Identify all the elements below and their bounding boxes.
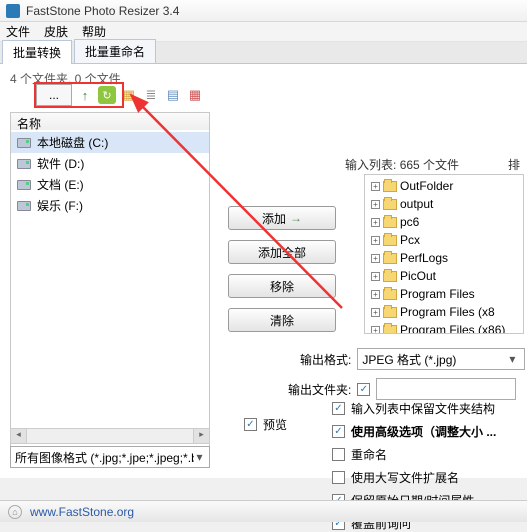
tree-item[interactable]: +pc6: [367, 213, 521, 231]
expand-icon[interactable]: +: [371, 272, 380, 281]
folder-icon: [383, 217, 397, 228]
tree-item[interactable]: +Program Files: [367, 285, 521, 303]
input-list-label: 输入列表: 665 个文件: [345, 156, 459, 173]
home-icon[interactable]: ⌂: [8, 505, 22, 519]
expand-icon[interactable]: +: [371, 182, 380, 191]
tabbar: 批量转换 批量重命名: [0, 42, 527, 64]
folder-icon: [383, 307, 397, 318]
horiz-scrollbar[interactable]: ◂ ▸: [10, 428, 210, 444]
folder-icon: [383, 235, 397, 246]
drive-item[interactable]: 软件 (D:): [11, 153, 209, 174]
menu-file[interactable]: 文件: [6, 23, 30, 40]
source-list[interactable]: 本地磁盘 (C:) 软件 (D:) 文档 (E:) 娱乐 (F:): [10, 130, 210, 458]
expand-icon[interactable]: +: [371, 236, 380, 245]
add-button[interactable]: 添加→: [228, 206, 336, 230]
out-format-select[interactable]: JPEG 格式 (*.jpg)▾: [357, 348, 525, 370]
source-toolbar: ... ↑ ↻ ▦ ≣ ▤ ▦: [36, 84, 204, 106]
expand-icon[interactable]: +: [371, 308, 380, 317]
clear-button[interactable]: 清除: [228, 308, 336, 332]
row-output-format: 输出格式: JPEG 格式 (*.jpg)▾: [300, 348, 525, 370]
statusbar: ⌂ www.FastStone.org: [0, 500, 527, 522]
view-thumb-icon[interactable]: ▦: [186, 86, 204, 104]
preview-label: 预览: [263, 416, 287, 433]
chevron-down-icon: ▾: [194, 450, 205, 464]
browse-button[interactable]: ...: [36, 84, 72, 106]
reload-icon[interactable]: ↻: [98, 86, 116, 104]
expand-icon[interactable]: +: [371, 218, 380, 227]
row-preview: ✓ 预览: [244, 416, 287, 433]
chevron-down-icon: ▾: [504, 352, 520, 366]
scroll-left-icon[interactable]: ◂: [11, 429, 27, 443]
row-output-folder: 输出文件夹: ✓: [288, 378, 516, 400]
transfer-buttons: 添加→ 添加全部 移除 清除: [228, 206, 336, 332]
app-icon: [6, 4, 20, 18]
file-filter-select[interactable]: 所有图像格式 (*.jpg;*.jpe;*.jpeg;*.bmp;*.gif;*…: [10, 446, 210, 468]
tab-batch-convert[interactable]: 批量转换: [2, 40, 72, 64]
out-format-label: 输出格式:: [300, 351, 351, 368]
view-list-icon[interactable]: ≣: [142, 86, 160, 104]
folder-icon: [383, 289, 397, 300]
remove-button[interactable]: 移除: [228, 274, 336, 298]
expand-icon[interactable]: +: [371, 254, 380, 263]
preview-check[interactable]: ✓: [244, 418, 257, 431]
drive-item[interactable]: 娱乐 (F:): [11, 195, 209, 216]
drive-item[interactable]: 本地磁盘 (C:): [11, 132, 209, 153]
content-area: 4 个文件夹, 0 个文件 ... ↑ ↻ ▦ ≣ ▤ ▦ 名称 本地磁盘 (C…: [0, 64, 527, 478]
up-folder-icon[interactable]: ↑: [76, 86, 94, 104]
check-use-advanced[interactable]: ✓使用高级选项（调整大小 ...: [332, 423, 496, 440]
folder-icon: [383, 325, 397, 335]
folder-icon: [383, 253, 397, 264]
tree-item[interactable]: +Program Files (x86): [367, 321, 521, 334]
expand-icon[interactable]: +: [371, 200, 380, 209]
tree-item[interactable]: +OutFolder: [367, 177, 521, 195]
check-upper-ext[interactable]: 使用大写文件扩展名: [332, 469, 496, 486]
expand-icon[interactable]: +: [371, 290, 380, 299]
tree-item[interactable]: +output: [367, 195, 521, 213]
drive-icon: [17, 201, 31, 211]
titlebar: FastStone Photo Resizer 3.4: [0, 0, 527, 22]
tree-item[interactable]: +PerfLogs: [367, 249, 521, 267]
menu-help[interactable]: 帮助: [82, 23, 106, 40]
sort-label[interactable]: 排: [508, 156, 520, 173]
out-folder-check[interactable]: ✓: [357, 383, 370, 396]
folder-icon[interactable]: ▦: [120, 86, 138, 104]
tree-item[interactable]: +Program Files (x8: [367, 303, 521, 321]
check-preserve-struct[interactable]: ✓输入列表中保留文件夹结构: [332, 400, 496, 417]
check-rename[interactable]: 重命名: [332, 446, 496, 463]
add-all-button[interactable]: 添加全部: [228, 240, 336, 264]
scroll-right-icon[interactable]: ▸: [193, 429, 209, 443]
menu-skin[interactable]: 皮肤: [44, 23, 68, 40]
out-folder-input[interactable]: [376, 378, 516, 400]
arrow-right-icon: →: [290, 211, 302, 225]
window-title: FastStone Photo Resizer 3.4: [26, 4, 179, 18]
folder-tree[interactable]: +OutFolder +output +pc6 +Pcx +PerfLogs +…: [364, 174, 524, 334]
expand-icon[interactable]: +: [371, 326, 380, 335]
folder-icon: [383, 199, 397, 210]
folder-icon: [383, 271, 397, 282]
out-folder-label: 输出文件夹:: [288, 381, 351, 398]
view-details-icon[interactable]: ▤: [164, 86, 182, 104]
tree-item[interactable]: +Pcx: [367, 231, 521, 249]
folder-icon: [383, 181, 397, 192]
tab-batch-rename[interactable]: 批量重命名: [74, 39, 156, 63]
drive-icon: [17, 159, 31, 169]
drive-item[interactable]: 文档 (E:): [11, 174, 209, 195]
drive-icon: [17, 180, 31, 190]
tree-item[interactable]: +PicOut: [367, 267, 521, 285]
drive-icon: [17, 138, 31, 148]
website-link[interactable]: www.FastStone.org: [30, 505, 134, 519]
